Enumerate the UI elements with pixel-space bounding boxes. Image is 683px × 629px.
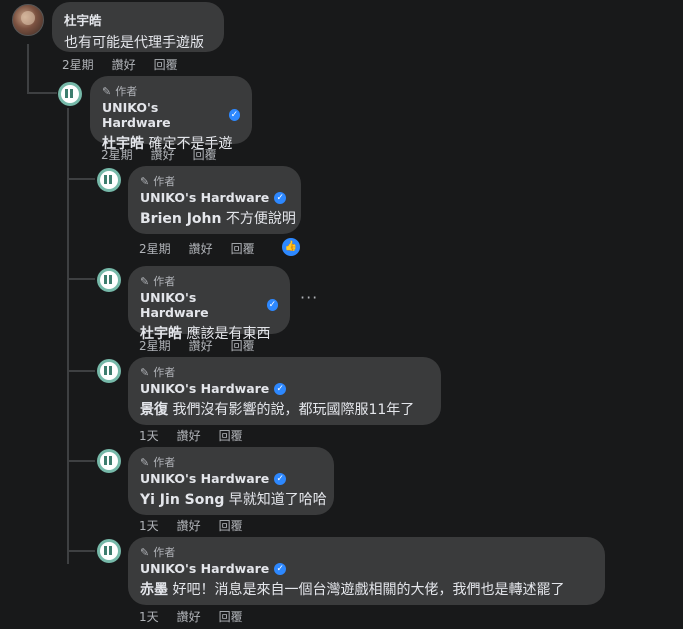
verified-badge-icon: ✓ [274, 382, 287, 395]
pencil-icon: ✎ [140, 274, 150, 288]
thread-line [67, 460, 95, 462]
comment-time[interactable]: 2星期 [139, 240, 171, 257]
thread-line [27, 92, 57, 94]
author-tag: ✎ 作者 [140, 545, 176, 560]
verified-badge-icon: ✓ [274, 472, 287, 485]
author-tag: ✎ 作者 [140, 365, 176, 380]
comment-author[interactable]: UNIKO's Hardware ✓ [140, 561, 593, 576]
pencil-icon: ✎ [140, 455, 150, 469]
comment-text: Yi Jin Song 早就知道了哈哈 [140, 492, 327, 508]
avatar[interactable] [97, 168, 121, 192]
comment-time[interactable]: 1天 [139, 608, 159, 625]
pencil-icon: ✎ [140, 545, 150, 559]
comment-bubble: ✎ 作者 UNIKO's Hardware ✓ Yi Jin Song 早就知道了哈… [128, 447, 334, 515]
like-button[interactable]: 讚好 [177, 427, 201, 444]
verified-badge-icon: ✓ [274, 191, 287, 204]
comment-text: 也有可能是代理手遊版 [64, 35, 204, 51]
mention-link[interactable]: Brien John [140, 211, 221, 227]
thread-line [67, 108, 69, 564]
comment-bubble: 杜宇皓 也有可能是代理手遊版 [52, 2, 224, 52]
comment-actions: 2星期 讚好 回覆 [139, 337, 255, 354]
pencil-icon: ✎ [140, 174, 150, 188]
comment-actions: 1天 讚好 回覆 [139, 608, 243, 625]
avatar[interactable] [97, 449, 121, 473]
comment-author[interactable]: UNIKO's Hardware ✓ [102, 100, 240, 130]
like-reaction-icon[interactable]: 👍 [280, 236, 302, 258]
like-button[interactable]: 讚好 [151, 146, 175, 163]
reply-button[interactable]: 回覆 [154, 56, 178, 73]
avatar[interactable] [97, 268, 121, 292]
more-options-icon[interactable]: ··· [300, 288, 318, 307]
comment-bubble: ✎ 作者 UNIKO's Hardware ✓ Brien John 不方便說明 [128, 166, 301, 234]
comment-actions: 2星期 讚好 回覆 [139, 240, 255, 257]
mention-link[interactable]: 赤墨 [140, 582, 168, 598]
reply-button[interactable]: 回覆 [219, 427, 243, 444]
avatar[interactable] [97, 539, 121, 563]
comment-actions: 1天 讚好 回覆 [139, 427, 243, 444]
avatar[interactable] [12, 4, 44, 36]
reply-button[interactable]: 回覆 [219, 517, 243, 534]
reply-button[interactable]: 回覆 [219, 608, 243, 625]
comment-time[interactable]: 2星期 [139, 337, 171, 354]
author-tag: ✎ 作者 [140, 455, 176, 470]
comment-time[interactable]: 1天 [139, 427, 159, 444]
thread-line [67, 370, 95, 372]
pencil-icon: ✎ [102, 84, 112, 98]
comment-bubble: ✎ 作者 UNIKO's Hardware ✓ 杜宇皓 應該是有東西 [128, 266, 290, 342]
comment-time[interactable]: 2星期 [62, 56, 94, 73]
author-tag: ✎ 作者 [140, 274, 176, 289]
comment-text: 景復 我們沒有影響的說，都玩國際服11年了 [140, 402, 415, 418]
thread-line [67, 550, 95, 552]
mention-link[interactable]: Yi Jin Song [140, 492, 224, 508]
author-tag: ✎ 作者 [140, 174, 176, 189]
comment-author[interactable]: UNIKO's Hardware ✓ [140, 471, 322, 486]
pencil-icon: ✎ [140, 365, 150, 379]
comment-bubble: ✎ 作者 UNIKO's Hardware ✓ 赤墨 好吧！消息是來自一個台灣遊戲相… [128, 537, 605, 605]
verified-badge-icon: ✓ [228, 109, 240, 121]
comment-bubble: ✎ 作者 UNIKO's Hardware ✓ 杜宇皓 確定不是手遊 [90, 76, 252, 152]
thread-line [27, 44, 29, 94]
verified-badge-icon: ✓ [266, 299, 278, 311]
like-button[interactable]: 讚好 [189, 337, 213, 354]
avatar[interactable] [97, 359, 121, 383]
comment-bubble: ✎ 作者 UNIKO's Hardware ✓ 景復 我們沒有影響的說，都玩國際服1… [128, 357, 441, 425]
comment-actions: 2星期 讚好 回覆 [62, 56, 178, 73]
reply-button[interactable]: 回覆 [231, 240, 255, 257]
avatar[interactable] [58, 82, 82, 106]
comment-text: Brien John 不方便說明 [140, 211, 296, 227]
comment-time[interactable]: 1天 [139, 517, 159, 534]
comment-time[interactable]: 2星期 [101, 146, 133, 163]
like-button[interactable]: 讚好 [112, 56, 136, 73]
like-button[interactable]: 讚好 [177, 517, 201, 534]
like-button[interactable]: 讚好 [177, 608, 201, 625]
comment-actions: 1天 讚好 回覆 [139, 517, 243, 534]
comment-author[interactable]: UNIKO's Hardware ✓ [140, 190, 289, 205]
comment-author[interactable]: UNIKO's Hardware ✓ [140, 290, 278, 320]
comment-text: 赤墨 好吧！消息是來自一個台灣遊戲相關的大佬，我們也是轉述罷了 [140, 582, 565, 598]
mention-link[interactable]: 景復 [140, 402, 168, 418]
reply-button[interactable]: 回覆 [231, 337, 255, 354]
comment-author[interactable]: 杜宇皓 [64, 10, 212, 29]
thread-line [67, 278, 95, 280]
thread-line [67, 178, 95, 180]
verified-badge-icon: ✓ [274, 562, 287, 575]
author-tag: ✎ 作者 [102, 84, 138, 99]
comment-actions: 2星期 讚好 回覆 [101, 146, 217, 163]
like-button[interactable]: 讚好 [189, 240, 213, 257]
comment-author[interactable]: UNIKO's Hardware ✓ [140, 381, 429, 396]
reply-button[interactable]: 回覆 [193, 146, 217, 163]
